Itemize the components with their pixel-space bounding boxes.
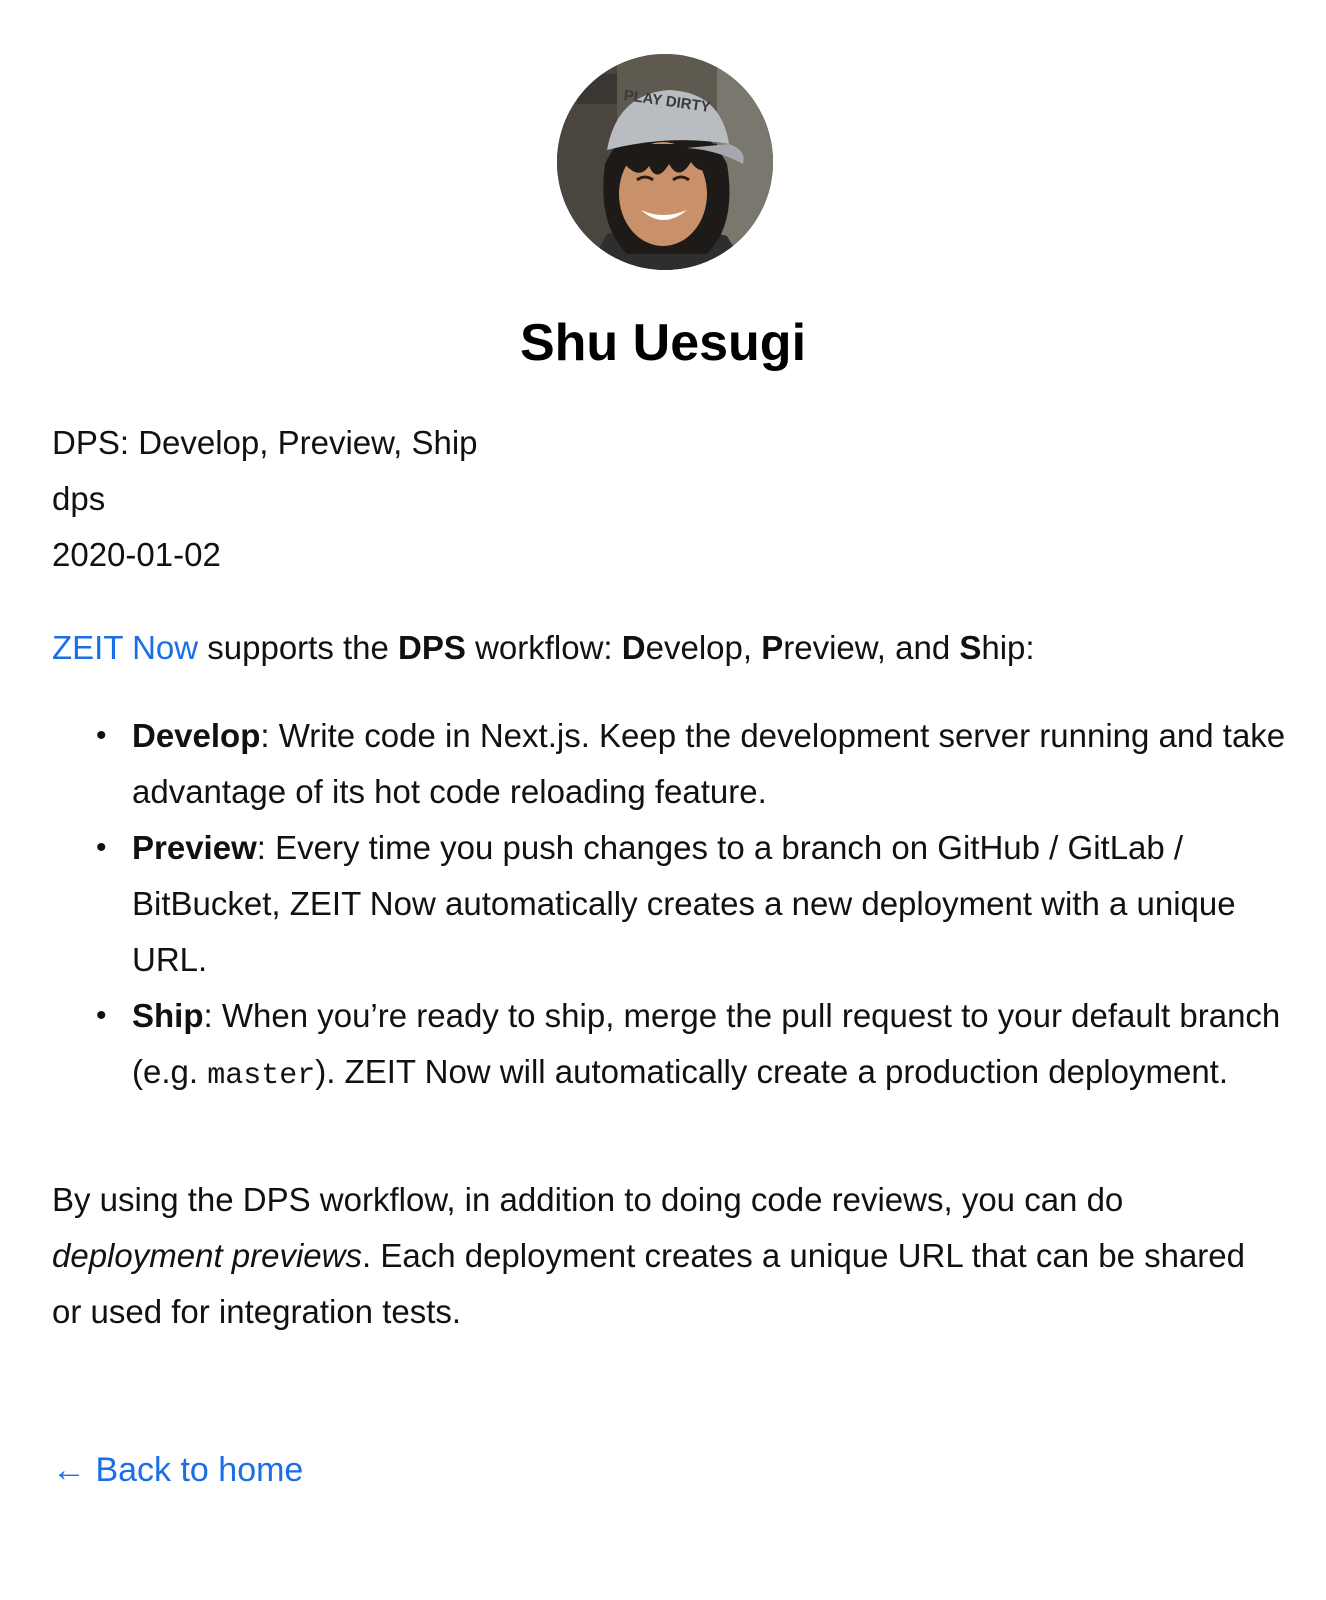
intro-paragraph: ZEIT Now supports the DPS workflow: Deve… bbox=[52, 620, 1282, 676]
post-id: dps bbox=[52, 480, 106, 517]
avatar: PLAY DIRTY bbox=[557, 54, 773, 270]
outro-paragraph: By using the DPS workflow, in addition t… bbox=[52, 1172, 1282, 1340]
intro-text-2: workflow: bbox=[465, 629, 622, 666]
author-name: Shu Uesugi bbox=[519, 314, 807, 372]
intro-bold-p: P bbox=[761, 629, 784, 666]
post-meta: DPS: Develop, Preview, Ship dps 2020-01-… bbox=[52, 415, 478, 583]
list-item: • Develop: Write code in Next.js. Keep t… bbox=[96, 708, 1292, 820]
step-text-develop: : Write code in Next.js. Keep the develo… bbox=[132, 717, 1286, 810]
step-label-develop: Develop bbox=[132, 717, 261, 754]
arrow-left-icon: ← bbox=[52, 1451, 86, 1489]
bullet-icon: • bbox=[96, 831, 107, 864]
step-label-preview: Preview bbox=[132, 829, 257, 866]
zeit-now-link[interactable]: ZEIT Now bbox=[52, 629, 198, 666]
page: PLAY DIRTY Shu Uesugi DPS: Develop, Prev… bbox=[0, 0, 1326, 1600]
code-master: master bbox=[207, 1059, 316, 1093]
outro-text-1: By using the DPS workflow, in addition t… bbox=[52, 1181, 1124, 1218]
bullet-icon: • bbox=[96, 719, 107, 752]
intro-bold-d: D bbox=[621, 629, 646, 666]
step-text-ship-after: ). ZEIT Now will automatically create a … bbox=[315, 1053, 1229, 1090]
back-to-home-link[interactable]: ← Back to home bbox=[52, 1451, 303, 1489]
profile-photo-avatar-icon: PLAY DIRTY bbox=[557, 54, 773, 270]
outro-italic: deployment previews bbox=[52, 1237, 362, 1274]
post-title: DPS: Develop, Preview, Ship bbox=[52, 424, 478, 461]
back-to-home: ← Back to home bbox=[52, 1442, 303, 1498]
intro-bold-dps: DPS bbox=[398, 629, 466, 666]
intro-hip: hip: bbox=[981, 629, 1035, 666]
back-link-label: Back to home bbox=[95, 1451, 304, 1489]
post-date: 2020-01-02 bbox=[52, 536, 221, 573]
step-text-preview: : Every time you push changes to a branc… bbox=[132, 829, 1236, 978]
intro-evelop: evelop, bbox=[645, 629, 762, 666]
intro-bold-s: S bbox=[959, 629, 982, 666]
intro-review: review, and bbox=[783, 629, 960, 666]
list-item: • Ship: When you’re ready to ship, merge… bbox=[96, 988, 1292, 1104]
list-item: • Preview: Every time you push changes t… bbox=[96, 820, 1292, 988]
intro-text-1: supports the bbox=[198, 629, 399, 666]
bullet-icon: • bbox=[96, 999, 107, 1032]
dps-steps-list: • Develop: Write code in Next.js. Keep t… bbox=[52, 708, 1292, 1104]
step-label-ship: Ship bbox=[132, 997, 204, 1034]
